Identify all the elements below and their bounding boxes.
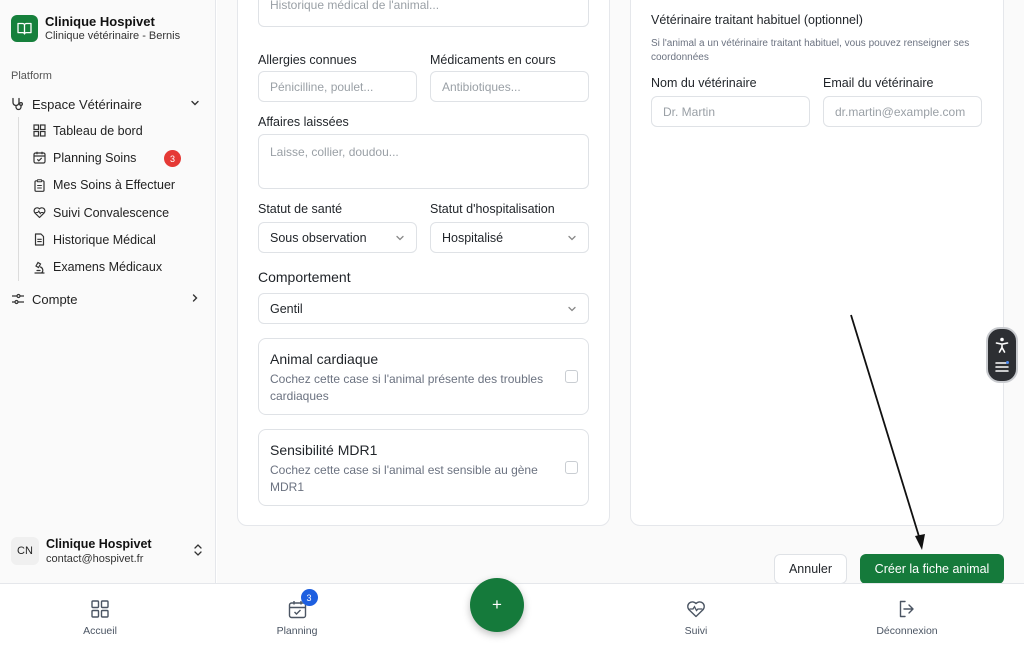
bottom-nav-label: Suivi [684,625,708,637]
sidebar-item-mes-soins[interactable]: Mes Soins à Effectuer [19,172,204,199]
bottom-nav-label: Déconnexion [876,625,938,637]
allergies-input[interactable]: Pénicilline, poulet... [258,71,417,102]
vet-email-input[interactable]: dr.martin@example.com [823,96,982,127]
cancel-button[interactable]: Annuler [774,554,847,584]
stethoscope-icon [12,97,24,111]
sidebar-item-label: Historique Médical [53,232,156,247]
mdr1-checkbox[interactable] [565,461,578,474]
brand-subtitle: Clinique vétérinaire - Bernis [45,30,181,42]
animal-form-card: Historique médical de l'animal... Allerg… [237,0,610,526]
clipboard-icon [34,179,45,192]
chevron-right-icon [192,294,198,302]
subnav: Tableau de bord Planning Soins 3 Mes Soi… [18,117,204,281]
accessibility-widget[interactable] [986,327,1018,383]
microscope-icon [34,261,45,274]
belongings-label: Affaires laissées [258,115,349,129]
dashboard-icon [33,124,46,137]
bottom-nav-label: Accueil [83,625,117,637]
sidebar-item-label: Tableau de bord [53,123,143,138]
vet-name-input[interactable]: Dr. Martin [651,96,810,127]
sidebar-item-planning-soins[interactable]: Planning Soins 3 [19,144,204,171]
user-menu[interactable]: CN Clinique Hospivet contact@hospivet.fr [11,534,207,568]
accessibility-icon [995,337,1009,353]
mdr1-title: Sensibilité MDR1 [270,442,378,458]
file-text-icon [34,233,45,246]
menu-lines-icon [995,361,1009,372]
sidebar-item-label: Mes Soins à Effectuer [53,178,176,193]
cardiac-title: Animal cardiaque [270,351,379,367]
health-status-select[interactable]: Sous observation [258,222,417,253]
behavior-select[interactable]: Gentil [258,293,589,324]
chevron-down-icon [191,100,199,106]
nav-group-compte[interactable]: Compte [11,290,204,308]
calendar-check-icon: 3 [288,589,318,620]
logout-icon [898,598,916,620]
cardiac-checkbox[interactable] [565,370,578,383]
avatar: CN [11,537,39,565]
nav-group-espace-veterinaire[interactable]: Espace Vétérinaire [11,95,204,113]
belongings-textarea[interactable]: Laisse, collier, doudou... [258,134,589,189]
chevron-down-icon [568,306,576,312]
chevron-down-icon [568,235,576,241]
cardiac-description: Cochez cette case si l'animal présente d… [270,372,544,403]
sidebar-item-historique-medical[interactable]: Historique Médical [19,226,204,253]
sidebar-item-label: Suivi Convalescence [53,205,170,220]
vet-section-description: Si l'animal a un vétérinaire traitant ha… [651,38,970,63]
chevrons-up-down-icon [194,544,202,556]
nav-account-label: Compte [32,291,78,307]
vet-email-label: Email du vétérinaire [823,76,934,90]
heart-pulse-icon [686,598,706,620]
brand-title: Clinique Hospivet [45,14,155,29]
notification-badge: 3 [164,150,181,168]
sidebar: Clinique Hospivet Clinique vétérinaire -… [0,0,216,583]
sidebar-item-label: Examens Médicaux [53,260,163,275]
mdr1-description: Cochez cette case si l'animal est sensib… [270,463,538,494]
health-status-label: Statut de santé [258,202,343,216]
heart-pulse-icon [33,207,46,219]
sidebar-item-suivi-convalescence[interactable]: Suivi Convalescence [19,199,204,226]
sidebar-item-label: Planning Soins [53,150,137,165]
medications-label: Médicaments en cours [430,53,556,67]
brand[interactable]: Clinique Hospivet Clinique vétérinaire -… [11,14,180,43]
hospital-status-select[interactable]: Hospitalisé [430,222,589,253]
bottom-nav-planning[interactable]: 3 Planning [237,589,357,637]
medications-input[interactable]: Antibiotiques... [430,71,589,102]
main-content: Historique médical de l'animal... Allerg… [217,0,1024,584]
add-button[interactable]: + [470,578,524,632]
create-animal-button[interactable]: Créer la fiche animal [860,554,1004,584]
nav-group-label: Espace Vétérinaire [32,96,142,112]
medical-history-textarea[interactable]: Historique médical de l'animal... [258,0,589,27]
behavior-label: Comportement [258,269,351,285]
vet-card: Vétérinaire traitant habituel (optionnel… [630,0,1004,526]
vet-name-label: Nom du vétérinaire [651,76,757,90]
mdr1-checkbox-card[interactable]: Sensibilité MDR1 Cochez cette case si l'… [258,429,589,506]
cardiac-checkbox-card[interactable]: Animal cardiaque Cochez cette case si l'… [258,338,589,415]
allergies-label: Allergies connues [258,53,357,67]
user-name: Clinique Hospivet [46,536,152,551]
hospital-status-label: Statut d'hospitalisation [430,202,555,216]
book-open-icon [11,15,38,42]
vet-section-title: Vétérinaire traitant habituel (optionnel… [651,13,863,27]
calendar-check-icon [33,152,46,165]
chevron-down-icon [396,235,404,241]
user-email: contact@hospivet.fr [46,552,144,565]
settings-sliders-icon [12,293,24,305]
grid-icon [91,598,109,620]
bottom-nav-deconnexion[interactable]: Déconnexion [847,598,967,637]
bottom-nav-label: Planning [276,625,318,637]
bottom-nav-suivi[interactable]: Suivi [636,598,756,637]
section-label: Platform [11,70,52,82]
planning-badge: 3 [300,589,318,606]
sidebar-item-examens-medicaux[interactable]: Examens Médicaux [19,253,204,280]
sidebar-item-tableau-de-bord[interactable]: Tableau de bord [19,117,204,144]
bottom-nav-accueil[interactable]: Accueil [40,598,160,637]
bottom-navigation: Accueil 3 Planning + Suivi Déconnexion [0,578,1024,651]
